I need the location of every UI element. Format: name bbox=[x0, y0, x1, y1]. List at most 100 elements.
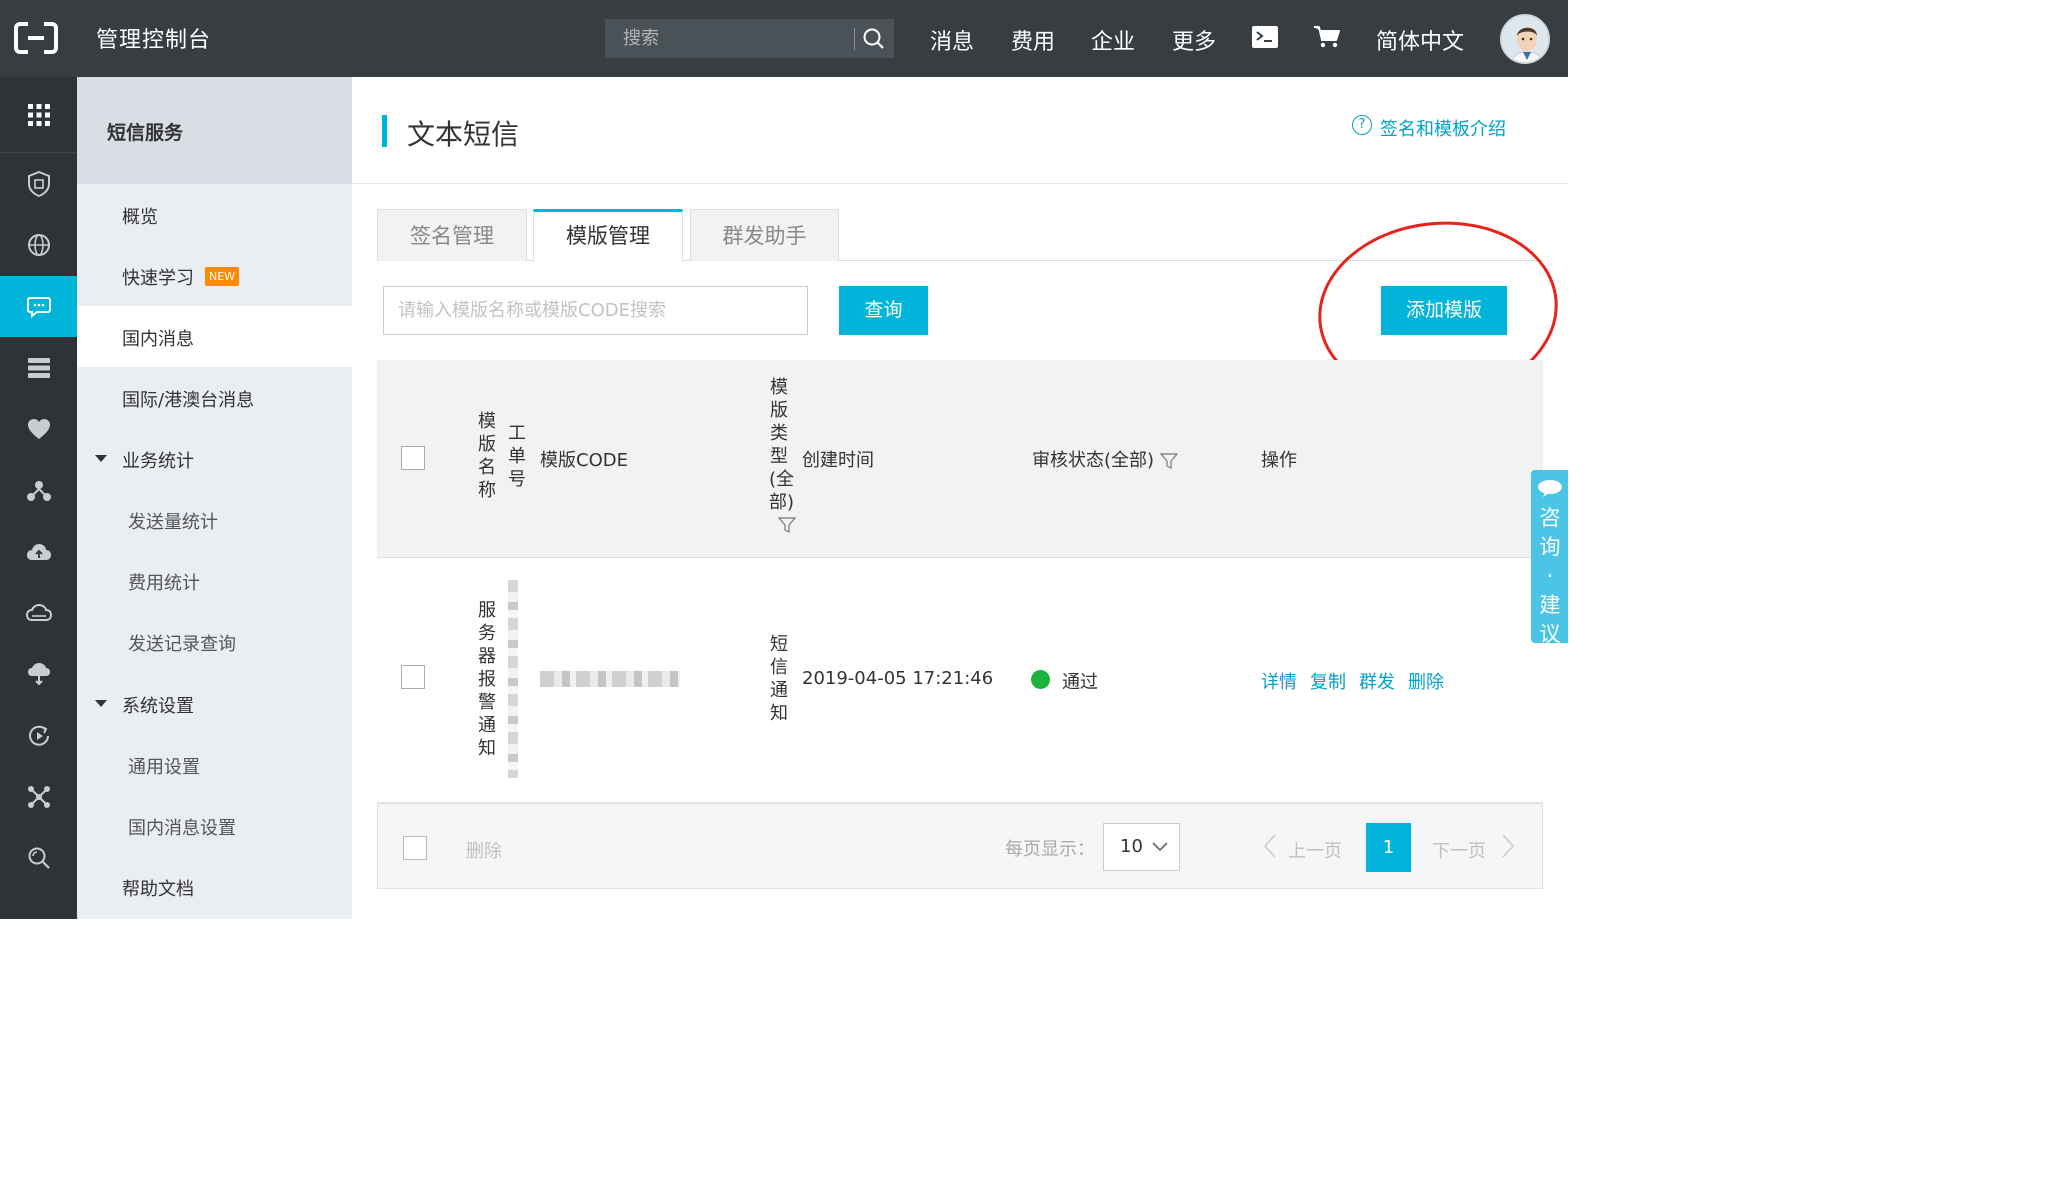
th-actions: 操作 bbox=[1261, 450, 1297, 471]
rail-nodes[interactable] bbox=[0, 766, 77, 827]
nav-enterprise[interactable]: 企业 bbox=[1091, 24, 1135, 56]
help-link[interactable]: ? 签名和模板介绍 bbox=[1352, 115, 1506, 141]
menu-item-overview[interactable]: 概览 bbox=[77, 184, 352, 245]
title-accent-bar bbox=[382, 115, 387, 147]
logo-icon[interactable] bbox=[14, 20, 58, 56]
menu-item-label: 业务统计 bbox=[122, 451, 194, 472]
prev-page-button[interactable]: 上一页 bbox=[1288, 837, 1342, 863]
rail-grid[interactable] bbox=[0, 84, 77, 145]
search-divider bbox=[854, 28, 855, 50]
cloud-sync-icon bbox=[27, 662, 50, 685]
tab-bulk-send[interactable]: 群发助手 bbox=[690, 209, 839, 261]
rail-search-settings[interactable] bbox=[0, 827, 77, 888]
filter-icon[interactable] bbox=[778, 516, 796, 534]
menu-item-label: 帮助文档 bbox=[122, 879, 194, 900]
new-badge: NEW bbox=[205, 267, 239, 286]
language-switch[interactable]: 简体中文 bbox=[1376, 24, 1464, 56]
side-menu-header: 短信服务 bbox=[77, 77, 352, 184]
menu-item-label: 发送量统计 bbox=[128, 512, 218, 533]
consult-feedback-tab[interactable]: 咨询·建议 bbox=[1531, 470, 1568, 646]
bulk-delete-button[interactable]: 删除 bbox=[466, 837, 502, 863]
td-template-type: 短信通知 bbox=[770, 634, 788, 724]
caret-down-icon bbox=[95, 455, 107, 462]
td-created-time: 2019-04-05 17:21:46 bbox=[802, 668, 994, 689]
nav-more[interactable]: 更多 bbox=[1172, 24, 1216, 56]
search-input[interactable] bbox=[605, 19, 853, 58]
select-all-checkbox[interactable] bbox=[401, 446, 425, 470]
per-page-label: 每页显示： bbox=[1005, 839, 1095, 860]
app-title[interactable]: 管理控制台 bbox=[96, 22, 211, 54]
cloud-icon bbox=[25, 603, 52, 621]
tab-template[interactable]: 模版管理 bbox=[533, 209, 683, 262]
user-avatar[interactable] bbox=[1500, 14, 1550, 64]
grid-icon bbox=[27, 103, 50, 126]
menu-item-label: 国内消息 bbox=[122, 329, 194, 350]
th-template-type[interactable]: 模版类型(全部) bbox=[769, 376, 794, 514]
rail-play[interactable] bbox=[0, 705, 77, 766]
rail-security[interactable] bbox=[0, 153, 77, 214]
page-title: 文本短信 bbox=[407, 118, 520, 151]
menu-group-settings[interactable]: 系统设置 bbox=[77, 673, 352, 734]
filter-icon bbox=[1160, 453, 1179, 470]
message-icon bbox=[26, 296, 51, 318]
rail-global[interactable] bbox=[0, 214, 77, 275]
menu-item-quick-learn[interactable]: 快速学习 NEW bbox=[77, 245, 352, 306]
terminal-icon[interactable] bbox=[1252, 26, 1278, 48]
next-page-button[interactable]: 下一页 bbox=[1432, 837, 1486, 863]
status-ok-icon bbox=[1031, 670, 1050, 689]
play-cycle-icon bbox=[28, 725, 49, 746]
rail-heart[interactable] bbox=[0, 398, 77, 459]
caret-down-icon bbox=[95, 700, 107, 707]
rail-network[interactable] bbox=[0, 460, 77, 521]
tab-signature[interactable]: 签名管理 bbox=[377, 209, 527, 261]
menu-item-label: 国际/港澳台消息 bbox=[122, 390, 255, 411]
menu-item-label: 概览 bbox=[122, 207, 158, 228]
rail-cloud-upload[interactable] bbox=[0, 521, 77, 582]
action-copy[interactable]: 复制 bbox=[1310, 668, 1346, 694]
footer-select-all-checkbox[interactable] bbox=[403, 836, 427, 860]
cart-icon[interactable] bbox=[1313, 25, 1341, 49]
template-search-input[interactable] bbox=[383, 286, 808, 335]
chevron-down-icon bbox=[1152, 842, 1168, 852]
menu-item-domestic-settings[interactable]: 国内消息设置 bbox=[77, 795, 352, 856]
menu-item-cost-stats[interactable]: 费用统计 bbox=[77, 550, 352, 611]
rail-cloud[interactable] bbox=[0, 582, 77, 643]
search-icon[interactable] bbox=[861, 26, 887, 52]
menu-item-send-volume[interactable]: 发送量统计 bbox=[77, 489, 352, 550]
menu-item-label: 发送记录查询 bbox=[128, 634, 236, 655]
td-ticket-number-redacted bbox=[508, 580, 518, 778]
page-number-current[interactable]: 1 bbox=[1366, 823, 1411, 872]
search-settings-icon bbox=[28, 847, 50, 869]
table-footer: 删除 每页显示： 10 上一页 1 下一页 bbox=[377, 803, 1543, 889]
rail-sms[interactable] bbox=[0, 276, 77, 337]
menu-item-label: 快速学习 bbox=[122, 268, 194, 289]
per-page-value: 10 bbox=[1120, 836, 1143, 857]
th-review-status[interactable]: 审核状态(全部) bbox=[1032, 446, 1179, 472]
th-ticket-number: 工单号 bbox=[508, 423, 526, 490]
menu-item-general-settings[interactable]: 通用设置 bbox=[77, 734, 352, 795]
query-button[interactable]: 查询 bbox=[839, 286, 928, 335]
menu-item-send-records[interactable]: 发送记录查询 bbox=[77, 611, 352, 672]
nav-messages[interactable]: 消息 bbox=[930, 24, 974, 56]
menu-group-statistics[interactable]: 业务统计 bbox=[77, 428, 352, 489]
th-template-name: 模版名称 bbox=[478, 411, 496, 501]
nav-billing[interactable]: 费用 bbox=[1011, 24, 1055, 56]
chevron-right-icon bbox=[1502, 834, 1514, 858]
action-delete[interactable]: 删除 bbox=[1408, 668, 1444, 694]
menu-item-international[interactable]: 国际/港澳台消息 bbox=[77, 367, 352, 428]
per-page-select[interactable]: 10 bbox=[1103, 823, 1180, 871]
rail-cloud-sync[interactable] bbox=[0, 643, 77, 704]
row-checkbox[interactable] bbox=[401, 665, 425, 689]
rail-server[interactable] bbox=[0, 337, 77, 398]
th-template-code: 模版CODE bbox=[540, 450, 628, 471]
menu-item-domestic[interactable]: 国内消息 bbox=[77, 306, 352, 367]
table-header: 模版名称 工单号 模版CODE 模版类型(全部) 创建时间 审核状态(全部) 操… bbox=[377, 360, 1543, 558]
cloud-upload-icon bbox=[26, 543, 51, 560]
td-template-name: 服务器报警通知 bbox=[478, 600, 496, 759]
heart-icon bbox=[27, 418, 50, 439]
td-template-code-redacted bbox=[540, 671, 680, 687]
action-details[interactable]: 详情 bbox=[1261, 668, 1297, 694]
th-created-time: 创建时间 bbox=[802, 450, 874, 471]
menu-item-help-docs[interactable]: 帮助文档 bbox=[77, 856, 352, 917]
action-bulk-send[interactable]: 群发 bbox=[1359, 668, 1395, 694]
